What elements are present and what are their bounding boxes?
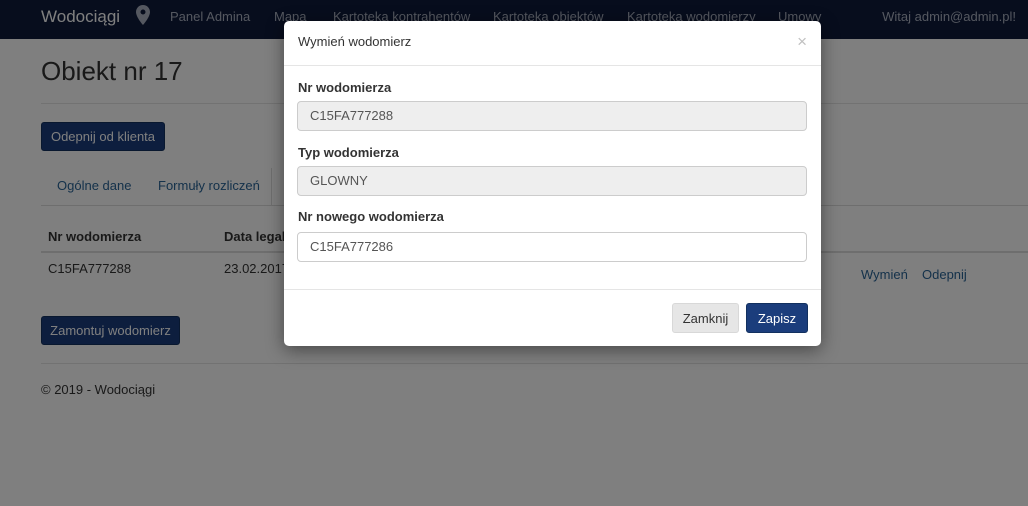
modal-footer-divider [284, 289, 821, 290]
modal-title: Wymień wodomierz [298, 34, 412, 49]
new-meter-number-input[interactable]: C15FA777286 [297, 232, 807, 262]
meter-number-label: Nr wodomierza [298, 80, 392, 95]
new-meter-number-label: Nr nowego wodomierza [298, 209, 444, 224]
save-button[interactable]: Zapisz [746, 303, 808, 333]
meter-type-label: Typ wodomierza [298, 145, 399, 160]
meter-number-field: C15FA777288 [297, 101, 807, 131]
replace-meter-modal: Wymień wodomierz × Nr wodomierza C15FA77… [284, 21, 821, 346]
modal-header-divider [284, 65, 821, 66]
close-icon[interactable]: × [797, 33, 807, 50]
close-button[interactable]: Zamknij [672, 303, 739, 333]
meter-type-field: GLOWNY [297, 166, 807, 196]
